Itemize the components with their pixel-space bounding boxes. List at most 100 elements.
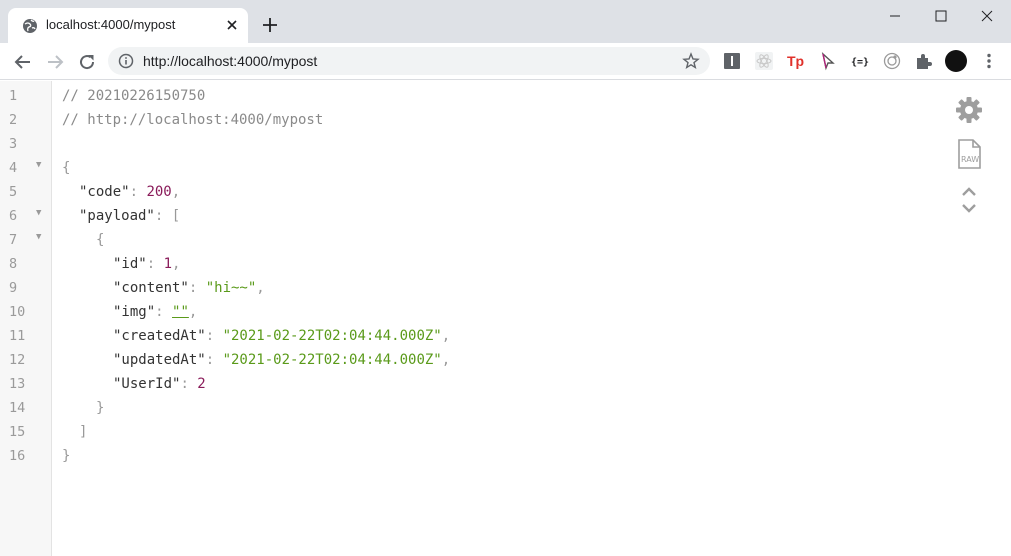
- globe-icon: [23, 19, 37, 33]
- json-string: "2021-02-22T02:04:44.000Z": [222, 328, 442, 344]
- url-text[interactable]: http://localhost:4000/mypost: [143, 53, 317, 69]
- line-number: 14: [9, 400, 26, 416]
- extension-cursor-icon[interactable]: [818, 51, 838, 71]
- viewer-side-tools: RAW: [952, 81, 988, 241]
- browser-tab[interactable]: localhost:4000/mypost: [8, 8, 248, 43]
- line-number: 1: [9, 88, 18, 104]
- json-key: "img": [113, 304, 156, 320]
- gutter-line: 7 ▼: [0, 228, 52, 252]
- puzzle-icon[interactable]: [914, 51, 934, 71]
- json-number: 200: [146, 184, 172, 200]
- line-number: 5: [9, 184, 18, 200]
- json-close-bracket: ]: [79, 424, 88, 440]
- fold-toggle-icon[interactable]: ▼: [36, 232, 41, 242]
- line-number: 12: [9, 352, 26, 368]
- extension-i-icon[interactable]: [722, 51, 742, 71]
- address-bar[interactable]: http://localhost:4000/mypost: [108, 47, 710, 75]
- json-key: "code": [79, 184, 130, 200]
- gutter-line: 8: [0, 252, 52, 276]
- json-string: "2021-02-22T02:04:44.000Z": [222, 352, 442, 368]
- line-number: 8: [9, 256, 18, 272]
- line-number: 7: [9, 232, 18, 248]
- gutter-line: 16: [0, 444, 52, 468]
- line-number: 2: [9, 112, 18, 128]
- gutter-line: 3: [0, 132, 52, 156]
- line-number: 13: [9, 376, 26, 392]
- gutter-line: 6 ▼: [0, 204, 52, 228]
- tab-title: localhost:4000/mypost: [46, 17, 176, 32]
- comment-timestamp: // 20210226150750: [62, 88, 206, 104]
- tab-strip: localhost:4000/mypost: [0, 0, 1011, 43]
- json-key: "payload": [79, 208, 155, 224]
- extension-react-icon[interactable]: [754, 51, 774, 71]
- json-string: "hi~~": [205, 280, 257, 296]
- gutter-line: 2: [0, 108, 52, 132]
- line-number: 9: [9, 280, 18, 296]
- gutter-line: 11: [0, 324, 52, 348]
- json-line-payload: "payload": [: [79, 208, 181, 224]
- fold-toggle-icon[interactable]: ▼: [36, 160, 41, 170]
- json-key: "createdAt": [113, 328, 206, 344]
- gutter-line: 5: [0, 180, 52, 204]
- line-number: 6: [9, 208, 18, 224]
- json-line-createdAt: "createdAt": "2021-02-22T02:04:44.000Z",: [113, 328, 451, 344]
- close-window-button[interactable]: [964, 0, 1010, 32]
- line-number: 3: [9, 136, 18, 152]
- extension-json-icon[interactable]: {=}: [850, 51, 870, 71]
- gutter-line: 12: [0, 348, 52, 372]
- svg-text:{=}: {=}: [851, 57, 869, 68]
- json-key: "content": [113, 280, 189, 296]
- json-line-UserId: "UserId": 2: [113, 376, 206, 392]
- json-close-brace: }: [96, 400, 105, 416]
- json-key: "UserId": [113, 376, 181, 392]
- new-tab-button[interactable]: [259, 14, 281, 36]
- raw-file-icon[interactable]: RAW: [952, 137, 986, 171]
- json-open-brace: {: [96, 232, 105, 248]
- json-key: "updatedAt": [113, 352, 206, 368]
- gutter-line: 15: [0, 420, 52, 444]
- line-number: 10: [9, 304, 26, 320]
- collapse-expand-icon[interactable]: [952, 183, 986, 217]
- line-number: 16: [9, 448, 26, 464]
- json-open-brace: {: [62, 160, 71, 176]
- json-line-img: "img": "",: [113, 304, 198, 320]
- browser-toolbar: http://localhost:4000/mypost Tp {=}: [0, 43, 1011, 80]
- gutter-line: 4 ▼: [0, 156, 52, 180]
- close-tab-icon[interactable]: [224, 17, 240, 33]
- extension-tp-icon[interactable]: Tp: [786, 51, 806, 71]
- maximize-button[interactable]: [918, 0, 964, 32]
- svg-text:Tp: Tp: [787, 53, 804, 69]
- reload-icon[interactable]: [75, 50, 99, 74]
- line-number: 4: [9, 160, 18, 176]
- gutter-line: 1: [0, 84, 52, 108]
- json-line-code: "code": 200,: [79, 184, 181, 200]
- raw-label: RAW: [961, 155, 979, 164]
- gutter-line: 9: [0, 276, 52, 300]
- maximize-icon: [935, 10, 947, 22]
- info-icon[interactable]: [118, 53, 134, 69]
- close-icon: [981, 10, 993, 22]
- json-number: 1: [163, 256, 173, 272]
- json-line-id: "id": 1,: [113, 256, 181, 272]
- minimize-button[interactable]: [872, 0, 918, 32]
- json-key: "id": [113, 256, 147, 272]
- forward-arrow-icon[interactable]: [43, 50, 67, 74]
- json-line-updatedAt: "updatedAt": "2021-02-22T02:04:44.000Z",: [113, 352, 451, 368]
- line-number-gutter: 1 2 3 4 ▼ 5 6 ▼ 7 ▼ 8 9 10 11 12 13 14 15 1…: [0, 81, 52, 556]
- gear-icon[interactable]: [952, 93, 986, 127]
- json-open-bracket: [: [171, 208, 181, 224]
- fold-toggle-icon[interactable]: ▼: [36, 208, 41, 218]
- extension-target-icon[interactable]: [882, 51, 902, 71]
- bookmark-star-icon[interactable]: [682, 52, 700, 70]
- gutter-line: 14: [0, 396, 52, 420]
- minimize-icon: [890, 15, 900, 17]
- back-arrow-icon[interactable]: [11, 50, 35, 74]
- comment-url: // http://localhost:4000/mypost: [62, 112, 324, 128]
- profile-avatar[interactable]: [945, 50, 967, 72]
- json-number: 2: [197, 376, 206, 392]
- line-number: 11: [9, 328, 26, 344]
- json-close-brace: }: [62, 448, 71, 464]
- json-line-content: "content": "hi~~",: [113, 280, 265, 296]
- menu-kebab-icon[interactable]: [979, 51, 999, 71]
- gutter-line: 13: [0, 372, 52, 396]
